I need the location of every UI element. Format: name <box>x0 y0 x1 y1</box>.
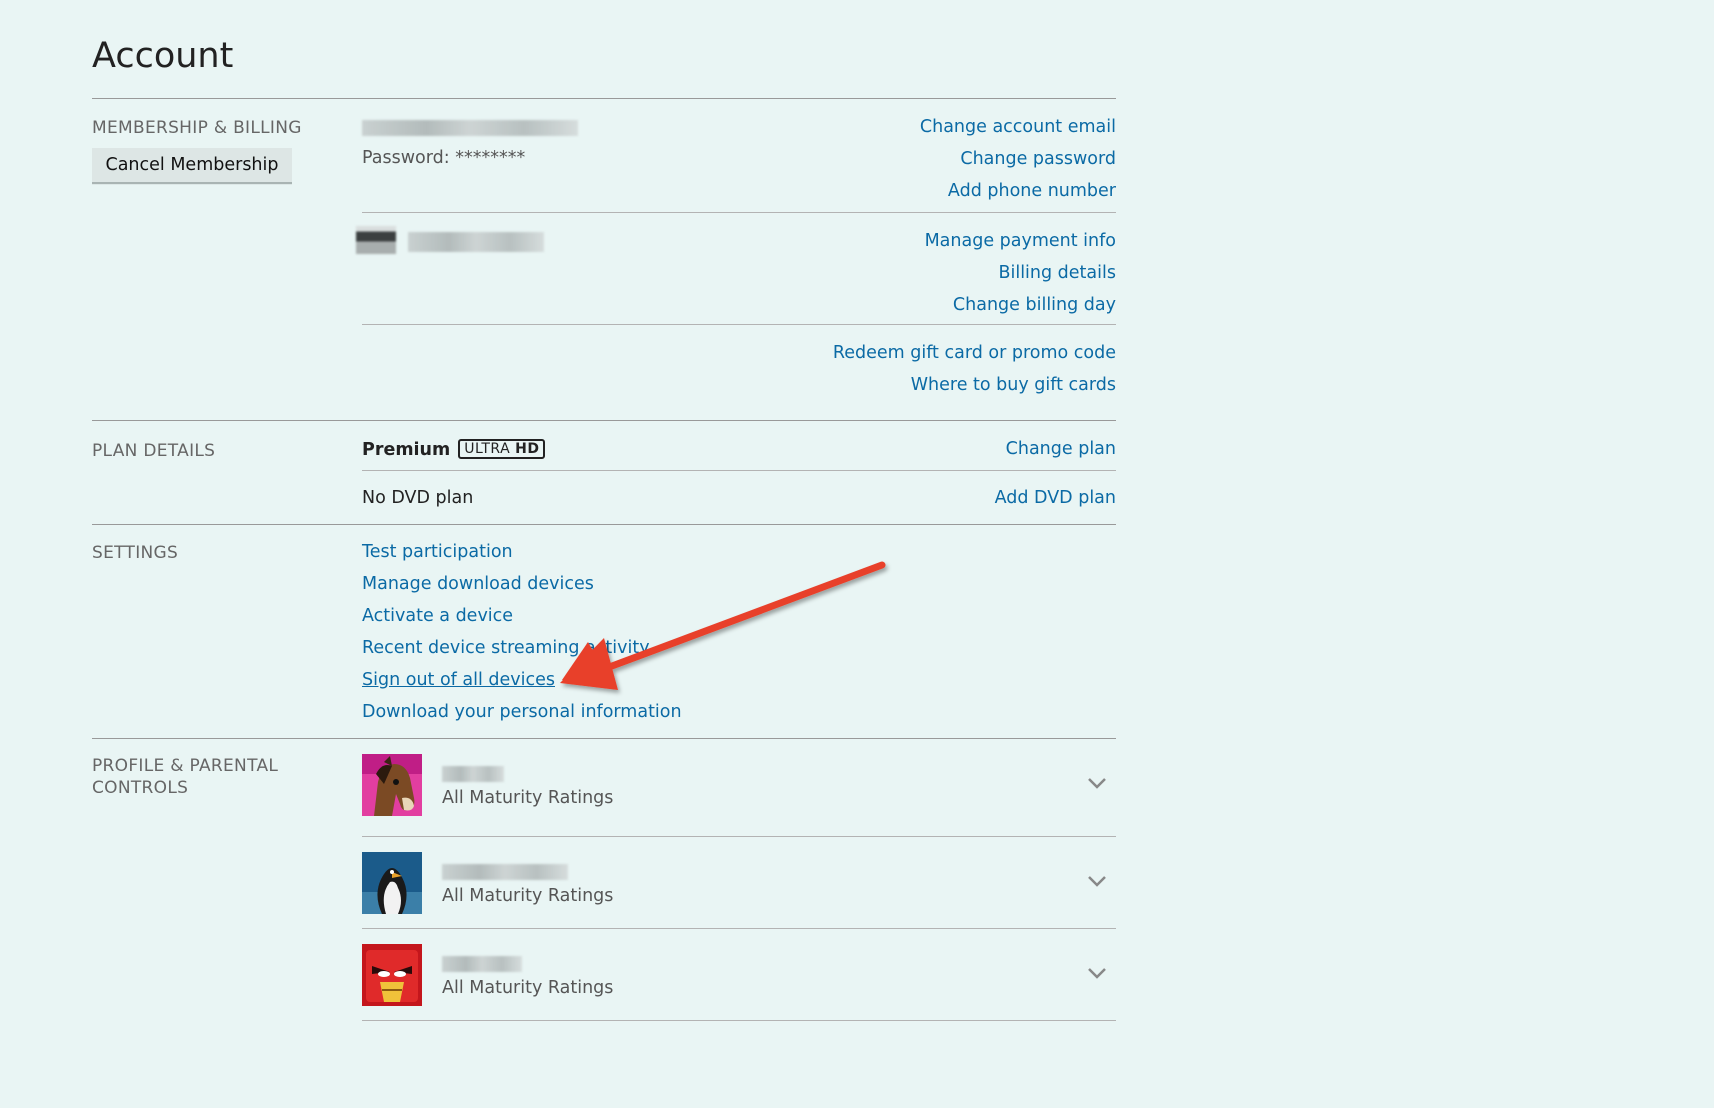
download-personal-info-link[interactable]: Download your personal information <box>362 696 682 728</box>
sign-out-all-devices-link[interactable]: Sign out of all devices <box>362 664 682 696</box>
divider <box>362 928 1116 929</box>
where-to-buy-gift-cards-link[interactable]: Where to buy gift cards <box>833 369 1116 401</box>
manage-download-devices-link[interactable]: Manage download devices <box>362 568 682 600</box>
plan-links: Change plan <box>1006 433 1116 465</box>
section-label-profiles: PROFILE & PARENTAL CONTROLS <box>92 755 332 799</box>
payment-links: Manage payment info Billing details Chan… <box>925 225 1116 321</box>
change-billing-day-link[interactable]: Change billing day <box>925 289 1116 321</box>
profile-maturity-rating: All Maturity Ratings <box>442 978 614 998</box>
change-password-link[interactable]: Change password <box>920 143 1116 175</box>
divider <box>362 212 1116 213</box>
divider <box>362 324 1116 325</box>
chevron-down-icon[interactable] <box>1086 962 1108 984</box>
billing-details-link[interactable]: Billing details <box>925 257 1116 289</box>
divider <box>362 1020 1116 1021</box>
profile-row[interactable]: All Maturity Ratings <box>362 754 1116 818</box>
account-page: Account MEMBERSHIP & BILLING Cancel Memb… <box>0 0 1714 1108</box>
dvd-status: No DVD plan <box>362 488 474 508</box>
recent-streaming-activity-link[interactable]: Recent device streaming activity <box>362 632 682 664</box>
section-label-plan: PLAN DETAILS <box>92 441 216 461</box>
cancel-membership-button[interactable]: Cancel Membership <box>92 148 292 184</box>
profile-name-redacted <box>442 766 504 782</box>
profile-row[interactable]: All Maturity Ratings <box>362 852 1116 916</box>
profile-row[interactable]: All Maturity Ratings <box>362 944 1116 1008</box>
profile-maturity-rating: All Maturity Ratings <box>442 886 614 906</box>
password-text: Password: ******** <box>362 148 526 168</box>
card-number-redacted <box>408 232 544 252</box>
divider <box>92 420 1116 421</box>
divider <box>92 524 1116 525</box>
dvd-links: Add DVD plan <box>995 482 1116 514</box>
ultra-hd-badge: ULTRA HD <box>458 439 546 459</box>
account-email-redacted <box>362 120 578 136</box>
plan-name: Premium ULTRA HD <box>362 439 546 460</box>
profile-name-redacted <box>442 956 522 972</box>
activate-device-link[interactable]: Activate a device <box>362 600 682 632</box>
red-bird-avatar-icon <box>362 944 422 1006</box>
divider <box>362 836 1116 837</box>
penguin-avatar-icon <box>362 852 422 914</box>
account-links: Change account email Change password Add… <box>920 111 1116 207</box>
card-icon <box>356 226 396 254</box>
manage-payment-info-link[interactable]: Manage payment info <box>925 225 1116 257</box>
add-dvd-plan-link[interactable]: Add DVD plan <box>995 482 1116 514</box>
add-phone-number-link[interactable]: Add phone number <box>920 175 1116 207</box>
section-label-membership: MEMBERSHIP & BILLING <box>92 118 302 138</box>
change-account-email-link[interactable]: Change account email <box>920 111 1116 143</box>
section-label-settings: SETTINGS <box>92 543 179 563</box>
chevron-down-icon[interactable] <box>1086 870 1108 892</box>
settings-links: Test participation Manage download devic… <box>362 536 682 728</box>
test-participation-link[interactable]: Test participation <box>362 536 682 568</box>
badge-hd: HD <box>515 441 540 457</box>
divider <box>92 98 1116 99</box>
profile-maturity-rating: All Maturity Ratings <box>442 788 614 808</box>
section-label-line: PROFILE & PARENTAL <box>92 756 279 776</box>
badge-ultra: ULTRA <box>464 441 511 457</box>
divider <box>92 738 1116 739</box>
chevron-down-icon[interactable] <box>1086 772 1108 794</box>
section-label-line: CONTROLS <box>92 778 189 798</box>
divider <box>362 470 1116 471</box>
change-plan-link[interactable]: Change plan <box>1006 433 1116 465</box>
horse-avatar-icon <box>362 754 422 816</box>
plan-name-text: Premium <box>362 440 451 460</box>
page-title: Account <box>92 36 234 76</box>
gift-links: Redeem gift card or promo code Where to … <box>833 337 1116 401</box>
redeem-gift-card-link[interactable]: Redeem gift card or promo code <box>833 337 1116 369</box>
profile-name-redacted <box>442 864 568 880</box>
